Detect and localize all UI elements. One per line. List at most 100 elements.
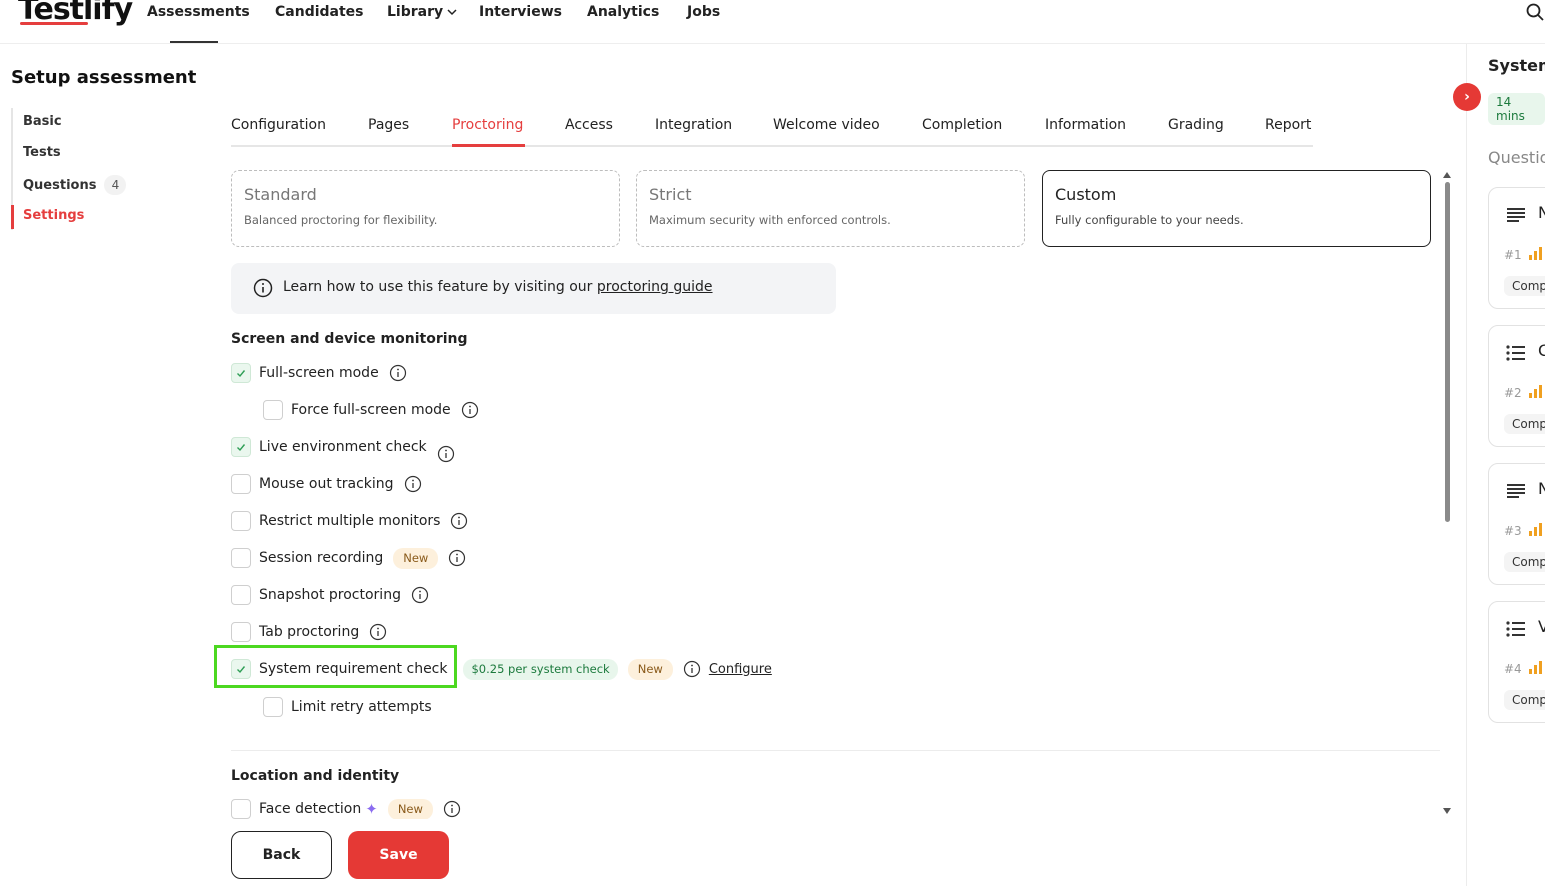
session-recording-checkbox[interactable]: [231, 548, 251, 568]
mode-card-standard[interactable]: Standard Balanced proctoring for flexibi…: [231, 170, 620, 247]
option-full-screen: Full-screen mode: [231, 362, 407, 384]
nav-candidates[interactable]: Candidates: [275, 4, 364, 20]
question-card[interactable]: N #3 Comp: [1488, 463, 1545, 585]
duration-badge: 14 mins: [1488, 93, 1545, 125]
nav-active-indicator: [170, 41, 218, 43]
info-icon[interactable]: [448, 549, 466, 567]
tab-proctoring[interactable]: Proctoring: [452, 117, 523, 133]
question-type-pill: Comp: [1504, 552, 1545, 572]
scroll-up-arrow-icon[interactable]: [1443, 172, 1451, 178]
option-label: Force full-screen mode: [291, 402, 451, 418]
sidebar-item-settings[interactable]: Settings: [23, 208, 84, 223]
mode-description: Balanced proctoring for flexibility.: [244, 213, 438, 227]
face-detection-checkbox[interactable]: [231, 799, 251, 819]
tab-completion[interactable]: Completion: [922, 117, 1002, 133]
question-type-pill: Comp: [1504, 690, 1545, 710]
info-icon[interactable]: [411, 586, 429, 604]
tab-welcome-video[interactable]: Welcome video: [773, 117, 880, 133]
question-type-pill: Comp: [1504, 414, 1545, 434]
check-icon: [237, 444, 246, 452]
nav-jobs[interactable]: Jobs: [687, 4, 720, 20]
nav-interviews[interactable]: Interviews: [479, 4, 562, 20]
tab-information[interactable]: Information: [1045, 117, 1126, 133]
tab-grading[interactable]: Grading: [1168, 117, 1224, 133]
new-badge: New: [627, 658, 673, 680]
proctoring-guide-link[interactable]: proctoring guide: [597, 279, 713, 295]
info-icon[interactable]: [437, 445, 455, 463]
mode-card-custom[interactable]: Custom Fully configurable to your needs.: [1042, 170, 1431, 247]
nav-assessments[interactable]: Assessments: [147, 4, 250, 20]
option-tab-proctoring: Tab proctoring: [231, 621, 387, 643]
question-type-pill: Comp: [1504, 276, 1545, 296]
info-icon[interactable]: [683, 660, 701, 678]
tab-pages[interactable]: Pages: [368, 117, 409, 133]
tabs-baseline: [231, 145, 1313, 147]
info-icon[interactable]: [389, 364, 407, 382]
info-icon: [253, 278, 273, 298]
back-button[interactable]: Back: [231, 831, 332, 879]
configure-link[interactable]: Configure: [709, 662, 772, 677]
option-session-recording: Session recording New: [231, 547, 466, 569]
option-force-full-screen: Force full-screen mode: [263, 399, 479, 421]
option-label: Restrict multiple monitors: [259, 513, 441, 529]
info-icon[interactable]: [450, 512, 468, 530]
info-icon[interactable]: [369, 623, 387, 641]
nav-library-label: Library: [387, 4, 444, 20]
full-screen-checkbox[interactable]: [231, 363, 251, 383]
limit-retry-checkbox[interactable]: [263, 697, 283, 717]
logo-underline: [20, 22, 88, 25]
list-icon: [1506, 345, 1525, 361]
save-button[interactable]: Save: [348, 831, 449, 879]
info-icon[interactable]: [461, 401, 479, 419]
difficulty-bars-icon: [1529, 523, 1542, 536]
option-system-requirement: System requirement check $0.25 per syste…: [231, 658, 772, 680]
option-label: Live environment check: [259, 439, 427, 455]
tab-integration[interactable]: Integration: [655, 117, 732, 133]
question-number: #1: [1504, 248, 1522, 262]
question-title: V: [1538, 617, 1545, 636]
section-title-screen: Screen and device monitoring: [231, 331, 468, 347]
top-nav: Testlify Assessments Candidates Library …: [0, 0, 1545, 44]
tab-report[interactable]: Report: [1265, 117, 1311, 133]
banner-text: Learn how to use this feature by visitin…: [283, 279, 713, 295]
info-icon[interactable]: [404, 475, 422, 493]
info-banner: Learn how to use this feature by visitin…: [231, 263, 836, 314]
scroll-down-arrow-icon[interactable]: [1443, 808, 1451, 814]
tab-proctoring-checkbox[interactable]: [231, 622, 251, 642]
question-card[interactable]: N #1 Comp: [1488, 187, 1545, 309]
collapse-panel-button[interactable]: ›: [1453, 83, 1481, 111]
option-mouse-out: Mouse out tracking: [231, 473, 422, 495]
question-card[interactable]: C #2 Comp: [1488, 325, 1545, 447]
mode-description: Maximum security with enforced controls.: [649, 213, 891, 227]
force-full-screen-checkbox[interactable]: [263, 400, 283, 420]
question-card[interactable]: V #4 Comp: [1488, 601, 1545, 723]
mouse-out-checkbox[interactable]: [231, 474, 251, 494]
check-icon: [237, 666, 246, 674]
option-restrict-monitors: Restrict multiple monitors: [231, 510, 468, 532]
system-requirement-checkbox[interactable]: [231, 659, 251, 679]
sidebar-item-label: Questions: [23, 178, 97, 193]
difficulty-bars-icon: [1529, 661, 1542, 674]
tab-access[interactable]: Access: [565, 117, 613, 133]
tab-configuration[interactable]: Configuration: [231, 117, 326, 133]
banner-message: Learn how to use this feature by visitin…: [283, 279, 597, 295]
nav-analytics[interactable]: Analytics: [587, 4, 659, 20]
live-environment-checkbox[interactable]: [231, 437, 251, 457]
new-badge: New: [393, 547, 439, 569]
questions-count-badge: 4: [104, 175, 127, 195]
scrollbar-thumb[interactable]: [1445, 182, 1450, 522]
option-label: Limit retry attempts: [291, 699, 432, 715]
section-title-location: Location and identity: [231, 768, 400, 784]
restrict-monitors-checkbox[interactable]: [231, 511, 251, 531]
info-icon[interactable]: [443, 800, 461, 818]
right-panel-title: System: [1488, 56, 1545, 75]
sidebar-item-questions[interactable]: Questions 4: [23, 175, 127, 195]
nav-library[interactable]: Library: [387, 4, 458, 20]
mode-card-strict[interactable]: Strict Maximum security with enforced co…: [636, 170, 1025, 247]
list-icon: [1506, 621, 1525, 637]
snapshot-checkbox[interactable]: [231, 585, 251, 605]
option-snapshot: Snapshot proctoring: [231, 584, 429, 606]
search-icon[interactable]: [1526, 3, 1544, 21]
sidebar-item-tests[interactable]: Tests: [23, 145, 61, 160]
sidebar-item-basic[interactable]: Basic: [23, 114, 62, 129]
